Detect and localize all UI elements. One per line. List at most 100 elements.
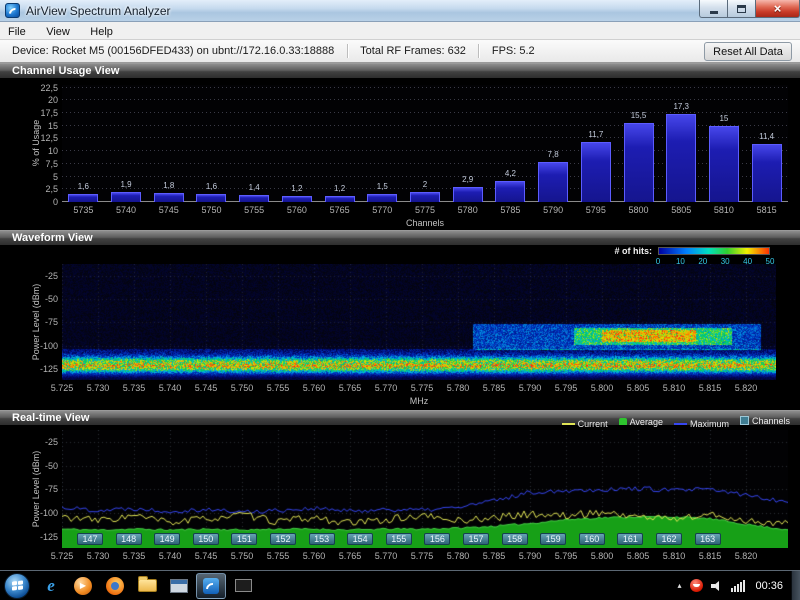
y-tick-label: 10: [47, 146, 58, 157]
x-tick-label: 5.795: [554, 383, 578, 393]
usage-bar: [196, 193, 227, 202]
x-tick-label: 5780: [457, 205, 478, 215]
close-button[interactable]: ×: [755, 0, 800, 18]
taskbar-icon-explorer[interactable]: [164, 573, 194, 599]
channel-badge: 151: [231, 533, 258, 545]
media-player-icon: ▶: [74, 576, 92, 595]
window-title: AirView Spectrum Analyzer: [26, 4, 171, 18]
x-tick-label: 5770: [372, 205, 393, 215]
x-tick-label: 5.765: [338, 551, 362, 561]
taskbar-icon-firefox[interactable]: [100, 573, 130, 599]
y-tick-label: -125: [39, 531, 58, 542]
minimize-button[interactable]: [699, 0, 727, 18]
gridline: [62, 99, 788, 101]
x-tick-label: 5.790: [518, 551, 542, 561]
y-tick-label: -25: [44, 271, 58, 282]
separator: [478, 44, 480, 58]
x-tick-label: 5805: [671, 205, 692, 215]
legend-swatch: [673, 423, 687, 425]
minimize-icon: [709, 10, 718, 14]
x-axis-label: MHz: [409, 396, 429, 406]
legend-swatch: [618, 418, 627, 425]
x-tick-label: 5.780: [446, 551, 470, 561]
taskbar-icon-console[interactable]: [228, 573, 258, 599]
maximize-button[interactable]: [727, 0, 755, 18]
console-icon: [234, 579, 252, 592]
channel-badge: 147: [77, 533, 103, 545]
hits-legend-label: # of hits:: [614, 246, 653, 256]
hits-scale-tick: 10: [675, 257, 685, 266]
x-tick-label: 5.815: [698, 551, 722, 561]
separator: [346, 44, 348, 58]
status-toolbar: Device: Rocket M5 (00156DFED433) on ubnt…: [0, 40, 800, 63]
y-tick-label: 20: [47, 95, 58, 106]
hits-scale-tick: 50: [765, 257, 775, 266]
channel-badge: 152: [270, 533, 296, 545]
usage-bar-value: 15: [719, 113, 729, 123]
x-tick-label: 5.800: [590, 551, 614, 561]
y-tick-label: -50: [44, 460, 58, 471]
y-tick-label: -75: [44, 317, 58, 328]
taskbar-icon-ie[interactable]: e: [36, 573, 66, 599]
tray-volume-icon[interactable]: [710, 580, 724, 592]
x-tick-label: 5.745: [194, 551, 218, 561]
usage-bar: [410, 191, 440, 202]
usage-bar: [153, 192, 184, 202]
usage-bar: [324, 195, 355, 202]
taskbar-clock[interactable]: 00:36: [755, 580, 783, 592]
x-tick-label: 5755: [244, 205, 265, 215]
realtime-plot: 147 148 149 150 151 152 153 154 155 156 157 158 159 1…: [62, 430, 788, 548]
x-tick-label: 5.740: [158, 383, 182, 393]
x-tick-label: 5.760: [302, 551, 326, 561]
realtime-legend: Current Average Maximum Channels: [551, 412, 790, 430]
usage-bar-value: 4,2: [504, 168, 516, 178]
legend-item-current: Current: [561, 419, 608, 429]
usage-bar-value: 17,3: [673, 102, 690, 111]
reset-all-data-button[interactable]: Reset All Data: [704, 42, 792, 61]
usage-bar: [239, 194, 270, 202]
usage-bar: [281, 195, 312, 202]
taskbar-icon-folder[interactable]: [132, 573, 162, 599]
app-icon: [5, 3, 24, 23]
show-desktop-button[interactable]: [791, 570, 800, 600]
device-info: Device: Rocket M5 (00156DFED433) on ubnt…: [12, 45, 335, 57]
x-tick-label: 5795: [585, 205, 606, 215]
hits-scale-tick: 0: [655, 257, 661, 266]
legend-label: Current: [577, 419, 608, 429]
x-tick-label: 5.770: [374, 383, 398, 393]
tray-network-icon[interactable]: [731, 579, 746, 592]
screen: AirView Spectrum Analyzer × File View He…: [0, 0, 800, 600]
x-tick-label: 5.775: [410, 383, 434, 393]
show-hidden-icons-button[interactable]: ▴: [672, 581, 686, 590]
channel-badge: 159: [540, 533, 567, 545]
gridline: [62, 111, 788, 113]
x-tick-label: 5.800: [590, 383, 614, 393]
hits-color-scale: [658, 247, 770, 255]
start-button[interactable]: [4, 572, 30, 599]
menu-help[interactable]: Help: [82, 24, 121, 40]
realtime-chart: [62, 430, 788, 548]
tray-antivirus-icon[interactable]: [690, 579, 704, 592]
channel-badge: 157: [463, 533, 489, 545]
taskbar-icon-airview-active[interactable]: [196, 572, 226, 599]
x-tick-label: 5.730: [86, 551, 110, 561]
menu-file[interactable]: File: [0, 24, 34, 40]
menu-view[interactable]: View: [38, 24, 78, 40]
x-tick-label: 5.740: [158, 551, 182, 561]
x-tick-label: 5.785: [482, 551, 506, 561]
usage-bar: [111, 192, 142, 202]
x-tick-label: 5.785: [482, 383, 506, 393]
usage-bar: [623, 123, 654, 202]
x-tick-label: 5.765: [338, 383, 362, 393]
x-tick-label: 5775: [414, 205, 435, 215]
legend-item-maximum: Maximum: [673, 419, 729, 429]
window-controls: ×: [699, 0, 800, 18]
channel-badge: 154: [347, 533, 374, 545]
y-tick-label: -25: [44, 437, 58, 448]
section-title: Channel Usage View: [12, 65, 120, 77]
x-tick-label: 5.820: [734, 383, 758, 393]
taskbar-icon-media-player[interactable]: ▶: [68, 573, 98, 599]
menubar: File View Help: [0, 22, 800, 40]
waveform-header: Waveform View: [0, 230, 800, 245]
x-tick-label: 5.790: [518, 383, 542, 393]
